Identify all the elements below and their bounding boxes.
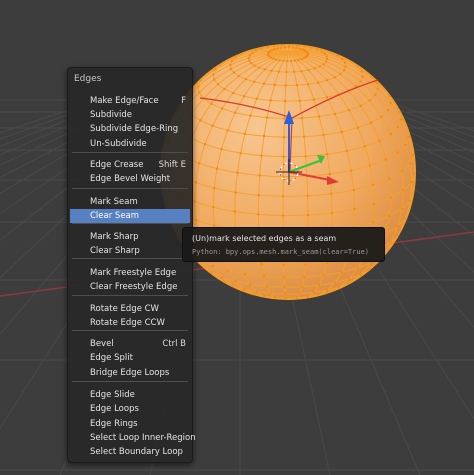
menu-item-edge-rings[interactable]: Edge Rings bbox=[70, 417, 190, 431]
menu-item-label: Edge Split bbox=[90, 353, 133, 363]
menu-item-bevel[interactable]: Bevel Ctrl B bbox=[70, 337, 190, 351]
menu-item-label: Make Edge/Face bbox=[90, 96, 159, 106]
menu-item-un-subdivide[interactable]: Un-Subdivide bbox=[70, 137, 190, 151]
menu-item-label: Mark Sharp bbox=[90, 232, 139, 242]
menu-item-label: Mark Freestyle Edge bbox=[90, 268, 177, 278]
menu-item-label: Edge Crease bbox=[90, 160, 144, 170]
menu-item-edge-split[interactable]: Edge Split bbox=[70, 351, 190, 365]
menu-item-mark-seam[interactable]: Mark Seam bbox=[70, 195, 190, 209]
menu-item-label: Bridge Edge Loops bbox=[90, 368, 170, 378]
menu-separator bbox=[72, 295, 188, 296]
menu-item-subdivide[interactable]: Subdivide bbox=[70, 108, 190, 122]
menu-separator bbox=[72, 258, 188, 259]
menu-item-rotate-edge-ccw[interactable]: Rotate Edge CCW bbox=[70, 316, 190, 330]
menu-item-label: Edge Bevel Weight bbox=[90, 174, 171, 184]
menu-item-label: Clear Freestyle Edge bbox=[90, 282, 178, 292]
menu-item-label: Select Boundary Loop bbox=[90, 447, 183, 457]
menu-item-select-loop-inner-region[interactable]: Select Loop Inner-Region bbox=[70, 431, 196, 445]
menu-item-make-edge-face[interactable]: Make Edge/Face F bbox=[70, 94, 190, 108]
menu-item-clear-sharp[interactable]: Clear Sharp bbox=[70, 244, 190, 258]
menu-item-clear-freestyle-edge[interactable]: Clear Freestyle Edge bbox=[70, 280, 190, 294]
menu-item-clear-seam[interactable]: Clear Seam bbox=[70, 209, 190, 223]
menu-item-shortcut: Shift E bbox=[158, 160, 186, 170]
menu-item-select-boundary-loop[interactable]: Select Boundary Loop bbox=[70, 445, 190, 459]
menu-item-label: Edge Slide bbox=[90, 390, 135, 400]
tooltip-description: (Un)mark selected edges as a seam bbox=[192, 234, 337, 243]
menu-separator bbox=[72, 381, 188, 382]
menu-item-label: Rotate Edge CCW bbox=[90, 318, 165, 328]
menu-title: Edges bbox=[74, 74, 102, 84]
menu-item-bridge-edge-loops[interactable]: Bridge Edge Loops bbox=[70, 366, 190, 380]
menu-item-label: Edge Loops bbox=[90, 404, 139, 414]
menu-separator bbox=[72, 188, 188, 189]
menu-item-label: Subdivide Edge-Ring bbox=[90, 124, 179, 134]
menu-item-label: Clear Sharp bbox=[90, 246, 140, 256]
tooltip-python: Python: bpy.ops.mesh.mark_seam(clear=Tru… bbox=[192, 248, 370, 256]
menu-separator bbox=[72, 152, 188, 153]
menu-item-mark-sharp[interactable]: Mark Sharp bbox=[70, 230, 190, 244]
menu-item-edge-crease[interactable]: Edge Crease Shift E bbox=[70, 158, 190, 172]
menu-item-edge-bevel-weight[interactable]: Edge Bevel Weight bbox=[70, 172, 190, 186]
menu-item-rotate-edge-cw[interactable]: Rotate Edge CW bbox=[70, 302, 190, 316]
menu-item-label: Mark Seam bbox=[90, 197, 138, 207]
edges-menu: Edges Make Edge/Face F Subdivide Subdivide … bbox=[67, 67, 196, 463]
tooltip: (Un)mark selected edges as a seam Python… bbox=[182, 227, 385, 262]
menu-item-label: Bevel bbox=[90, 339, 114, 349]
menu-item-label: Select Loop Inner-Region bbox=[90, 433, 196, 443]
menu-separator bbox=[72, 223, 188, 224]
menu-item-mark-freestyle-edge[interactable]: Mark Freestyle Edge bbox=[70, 266, 190, 280]
menu-item-edge-loops[interactable]: Edge Loops bbox=[70, 402, 190, 416]
menu-item-subdivide-edge-ring[interactable]: Subdivide Edge-Ring bbox=[70, 122, 190, 136]
menu-item-label: Edge Rings bbox=[90, 419, 138, 429]
menu-item-edge-slide[interactable]: Edge Slide bbox=[70, 388, 190, 402]
menu-item-label: Rotate Edge CW bbox=[90, 304, 159, 314]
menu-item-shortcut: Ctrl B bbox=[162, 339, 186, 349]
menu-item-label: Clear Seam bbox=[90, 211, 140, 221]
menu-item-label: Un-Subdivide bbox=[90, 139, 147, 149]
menu-item-shortcut: F bbox=[181, 96, 186, 106]
menu-separator bbox=[72, 330, 188, 331]
menu-item-label: Subdivide bbox=[90, 110, 132, 120]
